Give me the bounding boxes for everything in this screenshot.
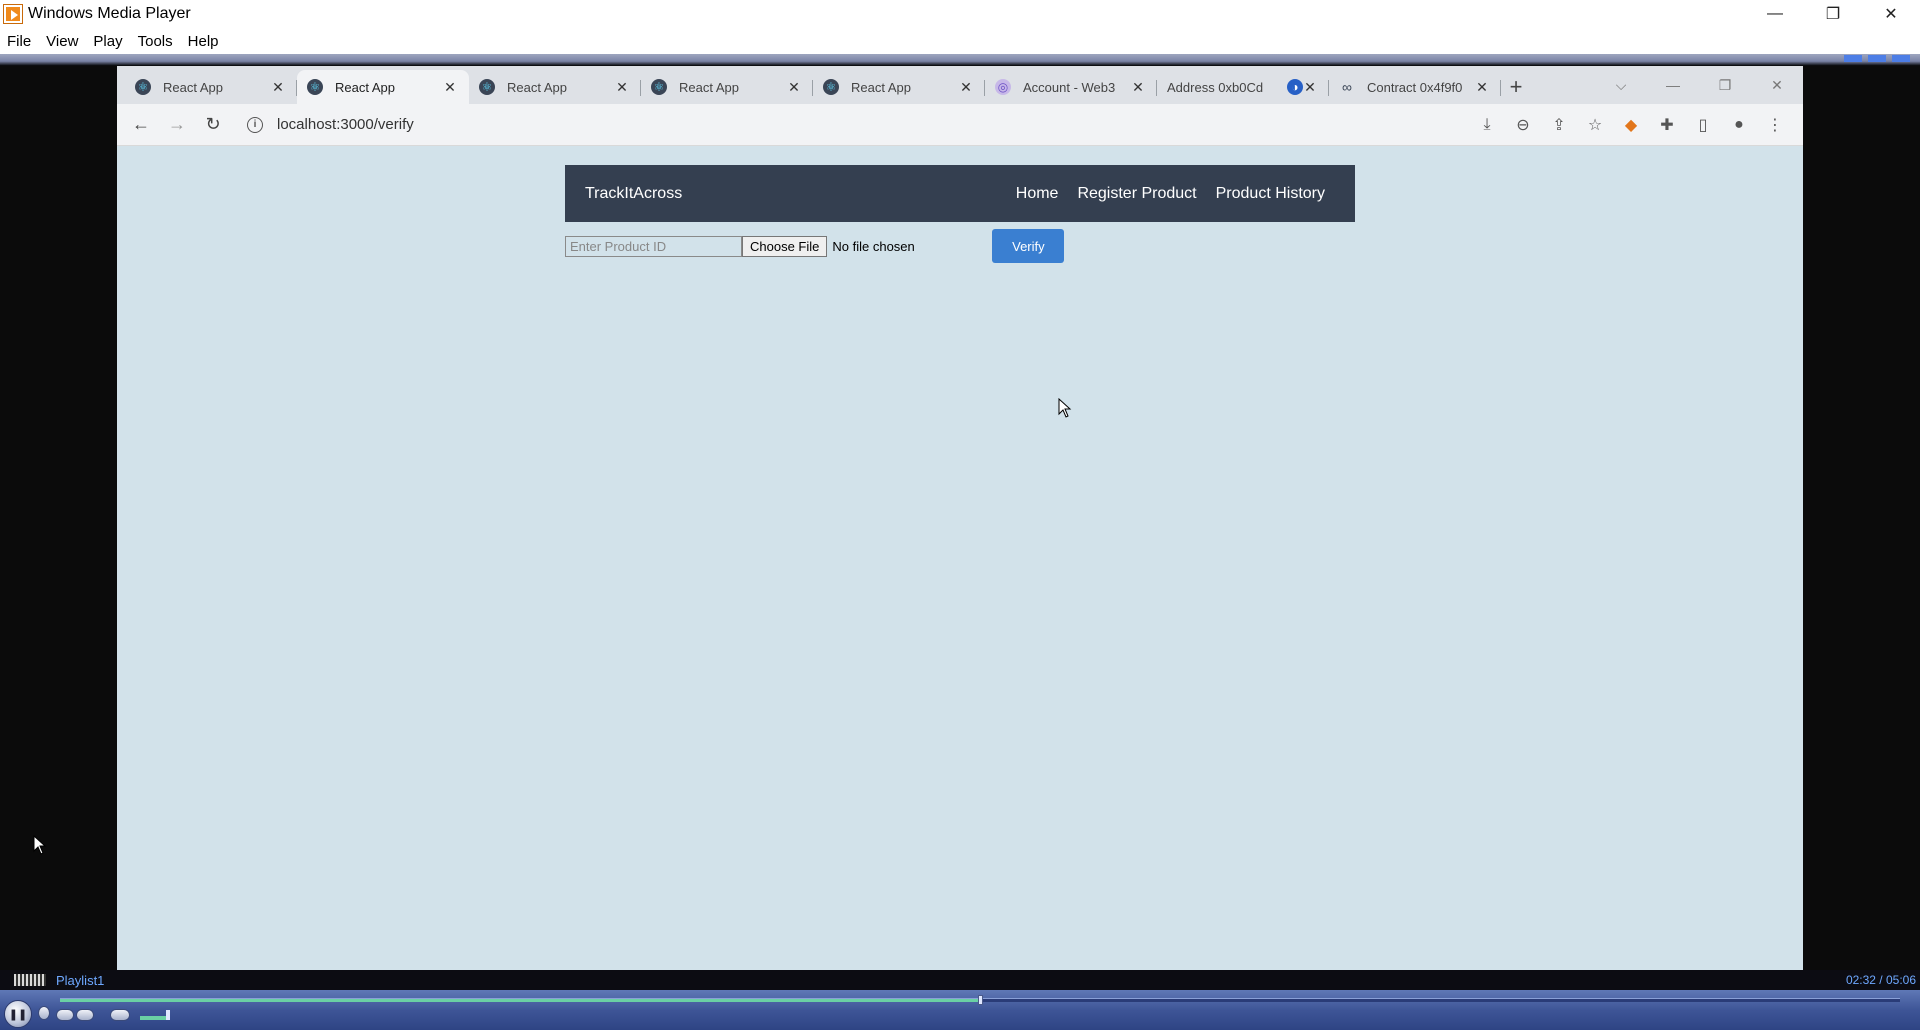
site-info-icon[interactable]: i: [247, 116, 263, 133]
app-navbar: TrackItAcross Home Register Product Prod…: [565, 165, 1355, 222]
tab-address[interactable]: ◑ Address 0xb0Cd ✕: [1157, 70, 1329, 104]
browser-minimize-button[interactable]: —: [1647, 77, 1699, 93]
tab-close-icon[interactable]: ✕: [785, 79, 803, 96]
file-status-text: No file chosen: [832, 238, 915, 254]
tab-close-icon[interactable]: ✕: [613, 79, 631, 96]
extensions-icon[interactable]: ✚: [1649, 115, 1685, 135]
menu-file[interactable]: File: [7, 33, 31, 50]
react-icon: ⚛: [307, 79, 323, 95]
side-panel-icon[interactable]: ▯: [1685, 115, 1721, 135]
tab-contract[interactable]: ∞ Contract 0x4f9f0 ✕: [1329, 70, 1501, 104]
seek-bar[interactable]: [60, 995, 1900, 1005]
tab-react-app-2[interactable]: ⚛ React App ✕: [297, 70, 469, 104]
tab-close-icon[interactable]: ✕: [1129, 79, 1147, 96]
tab-react-app-3[interactable]: ⚛ React App ✕: [469, 70, 641, 104]
choose-file-button[interactable]: Choose File: [742, 235, 828, 257]
react-icon: ⚛: [651, 79, 667, 95]
close-button[interactable]: ✕: [1862, 0, 1920, 28]
time-display: 02:32 / 05:06: [1845, 973, 1916, 987]
mouse-cursor-icon: [1058, 398, 1072, 418]
back-button[interactable]: ←: [123, 107, 159, 143]
seek-thumb[interactable]: [978, 995, 983, 1005]
wmp-controls: ❚❚: [0, 990, 1920, 1030]
browser-toolbar: ← → ↻ i localhost:3000/verify ⤓ ⊖ ⇪ ☆ ◆ …: [117, 104, 1803, 146]
mute-button[interactable]: [110, 1009, 130, 1021]
app-brand[interactable]: TrackItAcross: [585, 185, 682, 203]
verify-button[interactable]: Verify: [992, 229, 1065, 263]
tab-strip: ⚛ React App ✕ ⚛ React App ✕ ⚛ React App …: [117, 66, 1803, 104]
seek-progress: [60, 999, 980, 1002]
menu-help[interactable]: Help: [188, 33, 219, 50]
menu-tools[interactable]: Tools: [138, 33, 173, 50]
new-tab-button[interactable]: +: [1501, 70, 1531, 104]
reload-button[interactable]: ↻: [195, 107, 231, 143]
react-icon: ⚛: [135, 79, 151, 95]
verify-form: Choose File No file chosen Verify: [565, 228, 1065, 264]
tab-react-app-4[interactable]: ⚛ React App ✕: [641, 70, 813, 104]
tab-close-icon[interactable]: ✕: [1473, 79, 1491, 96]
tab-search-icon[interactable]: ⌵: [1595, 77, 1647, 94]
browser-restore-button[interactable]: ❐: [1699, 77, 1751, 94]
page-content: TrackItAcross Home Register Product Prod…: [117, 146, 1803, 970]
wmp-separator: [0, 54, 1920, 66]
react-icon: ⚛: [823, 79, 839, 95]
pause-button[interactable]: ❚❚: [4, 1000, 32, 1028]
mouse-cursor-icon: [33, 835, 47, 855]
more-menu-icon[interactable]: ⋮: [1757, 115, 1793, 135]
share-icon[interactable]: ⇪: [1541, 115, 1577, 135]
tab-close-icon[interactable]: ✕: [441, 79, 459, 96]
tab-react-app-5[interactable]: ⚛ React App ✕: [813, 70, 985, 104]
contract-icon: ∞: [1342, 79, 1352, 95]
previous-button[interactable]: [56, 1009, 74, 1021]
address-icon: ◑: [1287, 79, 1303, 95]
tab-close-icon[interactable]: ✕: [1301, 79, 1319, 96]
nav-register-product[interactable]: Register Product: [1077, 185, 1196, 203]
address-bar[interactable]: i localhost:3000/verify: [247, 110, 414, 140]
volume-thumb[interactable]: [166, 1010, 170, 1020]
react-icon: ⚛: [479, 79, 495, 95]
product-id-input[interactable]: [565, 235, 742, 257]
wmp-status-bar: Playlist1 02:32 / 05:06: [0, 970, 1920, 990]
next-button[interactable]: [76, 1009, 94, 1021]
wmp-menu-bar: File View Play Tools Help: [0, 28, 1920, 54]
profile-avatar-icon[interactable]: ●: [1721, 116, 1757, 134]
forward-button[interactable]: →: [159, 107, 195, 143]
bookmark-star-icon[interactable]: ☆: [1577, 115, 1613, 135]
nav-home[interactable]: Home: [1016, 185, 1059, 203]
browser-window: ⚛ React App ✕ ⚛ React App ✕ ⚛ React App …: [117, 66, 1803, 970]
wmp-logo-icon: [3, 4, 23, 24]
wmp-title-bar: Windows Media Player — ❐ ✕: [0, 0, 1920, 28]
nav-product-history[interactable]: Product History: [1216, 185, 1325, 203]
metamask-icon[interactable]: ◆: [1613, 115, 1649, 135]
visualizer-icon: [14, 974, 46, 986]
wmp-view-buttons[interactable]: [1844, 55, 1910, 63]
tab-close-icon[interactable]: ✕: [269, 79, 287, 96]
zoom-icon[interactable]: ⊖: [1505, 115, 1541, 135]
url-text[interactable]: localhost:3000/verify: [277, 116, 414, 133]
stop-button[interactable]: [38, 1006, 50, 1020]
minimize-button[interactable]: —: [1746, 0, 1804, 28]
tab-close-icon[interactable]: ✕: [957, 79, 975, 96]
tab-react-app-1[interactable]: ⚛ React App ✕: [125, 70, 297, 104]
menu-view[interactable]: View: [46, 33, 78, 50]
web3-icon: ◎: [995, 79, 1011, 95]
menu-play[interactable]: Play: [93, 33, 122, 50]
wmp-title: Windows Media Player: [28, 5, 191, 22]
playlist-name[interactable]: Playlist1: [56, 973, 104, 988]
tab-account-web3[interactable]: ◎ Account - Web3 ✕: [985, 70, 1157, 104]
install-icon[interactable]: ⤓: [1469, 116, 1505, 134]
browser-close-button[interactable]: ✕: [1751, 77, 1803, 94]
restore-button[interactable]: ❐: [1804, 0, 1862, 28]
